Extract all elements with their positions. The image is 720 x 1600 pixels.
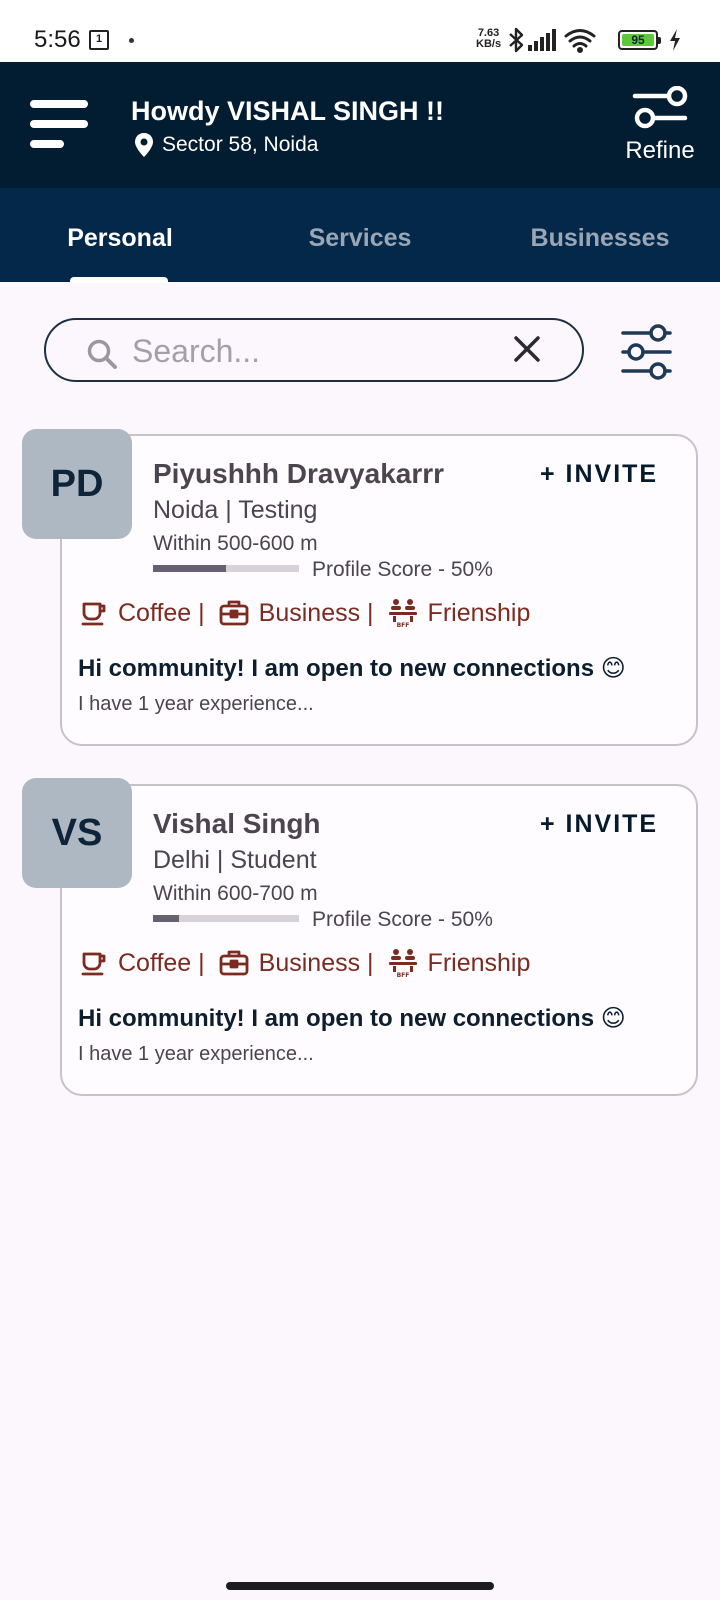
active-tab-indicator — [70, 277, 168, 283]
filter-sliders-icon[interactable] — [620, 324, 674, 380]
coffee-icon — [81, 602, 106, 626]
refine-button[interactable]: Refine — [620, 85, 700, 165]
bluetooth-icon — [509, 27, 524, 53]
tab-services-label: Services — [308, 224, 412, 252]
tag-label: Business | — [258, 598, 374, 627]
status-bar: 5:56 1 7.63 KB/s 95 — [0, 0, 720, 62]
profile-headline: Hi community! I am open to new connectio… — [78, 655, 626, 682]
friendship-icon: BFF — [388, 949, 417, 978]
svg-text:BFF: BFF — [396, 622, 409, 628]
tag-coffee: Coffee | — [80, 949, 205, 978]
search-input[interactable] — [132, 332, 492, 370]
profile-headline: Hi community! I am open to new connectio… — [78, 1005, 626, 1032]
profile-location-role: Delhi | Student — [153, 846, 317, 874]
tag-label: Frienship — [427, 948, 531, 977]
home-indicator[interactable] — [226, 1582, 494, 1590]
tab-personal-label: Personal — [67, 224, 173, 252]
tab-businesses-label: Businesses — [530, 224, 670, 252]
battery-icon: 95 — [618, 30, 661, 50]
profile-score-bar — [153, 915, 299, 922]
sim-icon: 1 — [89, 30, 109, 50]
location-pin-icon — [135, 133, 153, 157]
coffee-icon — [81, 952, 106, 976]
refine-label: Refine — [625, 137, 695, 164]
tag-label: Coffee | — [118, 598, 205, 627]
profile-score-bar — [153, 565, 299, 572]
greeting-title: Howdy VISHAL SINGH !! — [131, 96, 445, 126]
briefcase-icon — [219, 600, 249, 626]
tag-coffee: Coffee | — [80, 599, 205, 628]
profile-score-fill — [153, 915, 180, 922]
wifi-icon — [564, 29, 596, 53]
tab-businesses[interactable]: Businesses — [480, 188, 720, 282]
clear-search-icon[interactable] — [512, 334, 542, 364]
refine-icon — [632, 85, 688, 129]
profile-distance: Within 600-700 m — [153, 882, 318, 905]
status-time: 5:56 — [34, 26, 81, 53]
tag-business: Business | — [219, 599, 374, 628]
menu-icon[interactable] — [30, 100, 90, 154]
network-speed-unit: KB/s — [476, 38, 502, 50]
tab-bar: Personal Services Businesses — [0, 188, 720, 283]
profile-score-label: Profile Score - 50% — [312, 558, 493, 581]
location[interactable]: Sector 58, Noida — [134, 132, 318, 158]
profile-name: Piyushhh Dravyakarrr — [153, 458, 445, 489]
location-text: Sector 58, Noida — [162, 133, 319, 156]
network-speed: 7.63 KB/s — [476, 28, 501, 50]
profile-description: I have 1 year experience... — [78, 693, 314, 715]
signal-icon — [528, 29, 556, 51]
app-header: Howdy VISHAL SINGH !! Sector 58, Noida R… — [0, 62, 720, 188]
tag-label: Business | — [258, 948, 374, 977]
profile-name: Vishal Singh — [153, 808, 321, 839]
status-icons — [509, 27, 596, 53]
tag-business: Business | — [219, 949, 374, 978]
profile-score-label: Profile Score - 50% — [312, 908, 493, 931]
tab-personal[interactable]: Personal — [0, 188, 240, 282]
invite-button[interactable]: + INVITE — [540, 810, 658, 839]
avatar: PD — [22, 429, 132, 539]
tag-friendship: BFF Frienship — [388, 598, 531, 628]
invite-button[interactable]: + INVITE — [540, 460, 658, 489]
svg-text:BFF: BFF — [396, 972, 409, 978]
search-bar — [44, 318, 584, 382]
profile-distance: Within 500-600 m — [153, 532, 318, 555]
profile-card[interactable]: Piyushhh Dravyakarrr + INVITE Noida | Te… — [60, 434, 698, 746]
profile-description: I have 1 year experience... — [78, 1043, 314, 1065]
interest-tags: Coffee | Business | BFF Frienship — [80, 598, 544, 628]
tag-friendship: BFF Frienship — [388, 948, 531, 978]
battery-level: 95 — [622, 34, 654, 47]
charging-icon — [670, 29, 680, 51]
briefcase-icon — [219, 950, 249, 976]
profile-score-fill — [153, 565, 226, 572]
profile-location-role: Noida | Testing — [153, 496, 318, 524]
tag-label: Frienship — [427, 598, 531, 627]
tab-services[interactable]: Services — [240, 188, 480, 282]
search-icon — [87, 339, 117, 369]
tag-label: Coffee | — [118, 948, 205, 977]
friendship-icon: BFF — [388, 599, 417, 628]
notification-dot-icon — [129, 38, 134, 43]
interest-tags: Coffee | Business | BFF Frienship — [80, 948, 544, 978]
avatar: VS — [22, 778, 132, 888]
profile-card[interactable]: Vishal Singh + INVITE Delhi | Student Wi… — [60, 784, 698, 1096]
